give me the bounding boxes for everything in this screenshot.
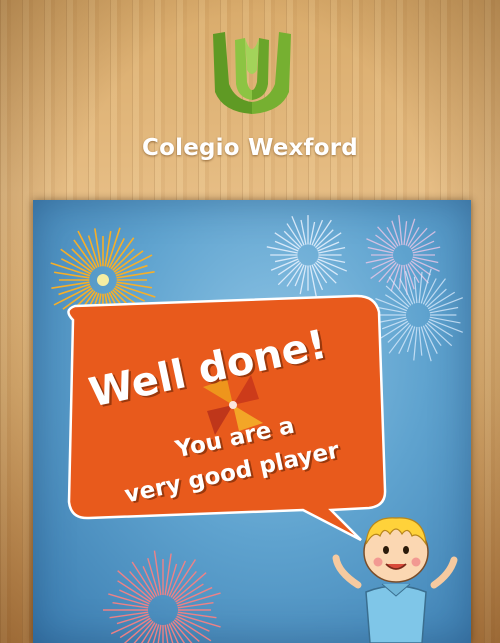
colegio-wexford-logo: [213, 32, 291, 114]
school-name: Colegio Wexford: [142, 135, 358, 161]
